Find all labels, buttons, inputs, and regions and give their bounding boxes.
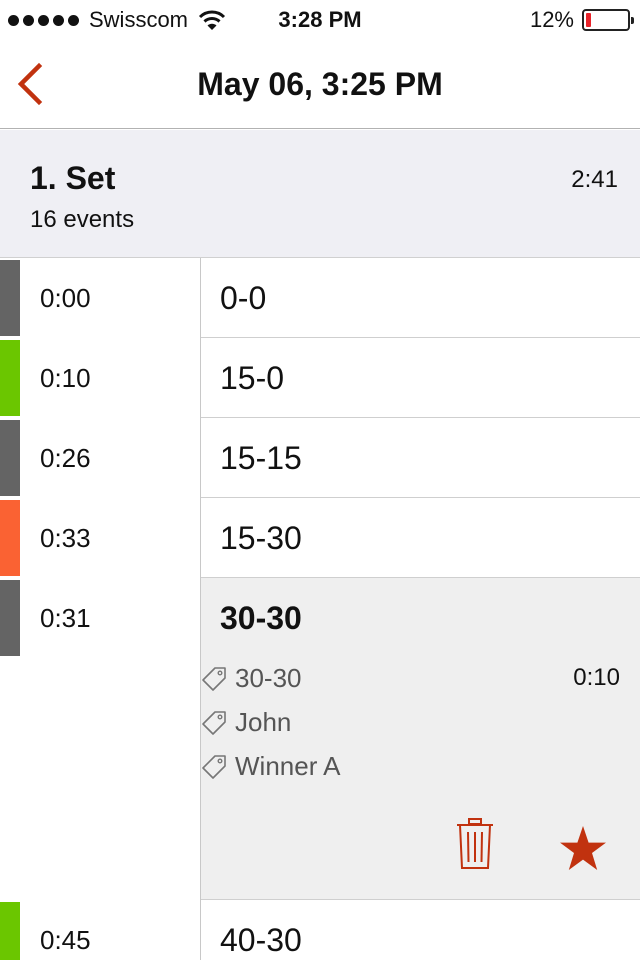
battery-level — [586, 13, 591, 27]
tag-label: 30-30 — [235, 663, 302, 693]
event-duration: 0:10 — [573, 664, 620, 691]
event-color-bar — [0, 340, 20, 416]
set-header: 1. Set 16 events 2:41 — [0, 130, 640, 258]
event-row[interactable]: 0:26 15-15 — [0, 418, 640, 498]
event-time: 0:45 — [40, 925, 91, 955]
set-title: 1. Set — [30, 160, 116, 196]
battery-percent: 12% — [529, 7, 574, 32]
tag-label: Winner A — [235, 751, 341, 781]
tag-item[interactable]: John — [201, 700, 621, 744]
tag-icon — [202, 755, 226, 779]
event-time: 0:10 — [40, 363, 91, 393]
set-event-count: 16 events — [30, 206, 135, 233]
event-row-expanded[interactable]: 0:31 30-30 30-30 John Winner A 0:10 — [0, 578, 640, 900]
event-row[interactable]: 0:45 40-30 — [0, 900, 640, 960]
event-color-bar — [0, 420, 20, 496]
tag-item[interactable]: Winner A — [201, 744, 621, 788]
event-time: 0:31 — [40, 603, 91, 633]
event-tags: 30-30 John Winner A — [201, 656, 621, 788]
event-score: 30-30 — [220, 600, 302, 636]
event-color-bar — [0, 580, 20, 656]
event-row[interactable]: 0:10 15-0 — [0, 338, 640, 418]
event-time: 0:33 — [40, 523, 91, 553]
event-score[interactable]: 15-15 — [201, 418, 640, 498]
set-duration: 2:41 — [571, 166, 618, 193]
event-detail-panel[interactable]: 30-30 30-30 John Winner A 0:10 — [201, 578, 640, 900]
trash-icon — [457, 818, 493, 869]
page-title: May 06, 3:25 PM — [197, 66, 443, 102]
tag-item[interactable]: 30-30 — [201, 656, 621, 700]
event-score[interactable]: 0-0 — [201, 258, 640, 338]
event-color-bar — [0, 902, 20, 960]
tag-label: John — [235, 707, 292, 737]
event-color-bar — [0, 260, 20, 336]
event-score[interactable]: 40-30 — [201, 900, 640, 960]
event-row[interactable]: 0:00 0-0 — [0, 258, 640, 338]
event-time: 0:00 — [40, 283, 91, 313]
event-row[interactable]: 0:33 15-30 — [0, 498, 640, 578]
event-score[interactable]: 15-30 — [201, 498, 640, 578]
event-time: 0:26 — [40, 443, 91, 473]
tag-icon — [202, 711, 226, 735]
tag-icon — [202, 667, 226, 691]
event-list: 0:00 0-0 0:10 15-0 0:26 15-15 0:33 15-30… — [0, 258, 640, 960]
event-score[interactable]: 15-0 — [201, 338, 640, 418]
navigation-bar: May 06, 3:25 PM — [0, 40, 640, 129]
event-color-bar — [0, 500, 20, 576]
delete-button[interactable] — [455, 818, 495, 870]
favorite-button[interactable] — [559, 820, 607, 870]
status-bar: Swisscom 3:28 PM 12% — [0, 0, 640, 40]
battery-icon — [582, 9, 634, 31]
star-icon — [560, 826, 606, 870]
status-right: 12% — [529, 7, 634, 33]
